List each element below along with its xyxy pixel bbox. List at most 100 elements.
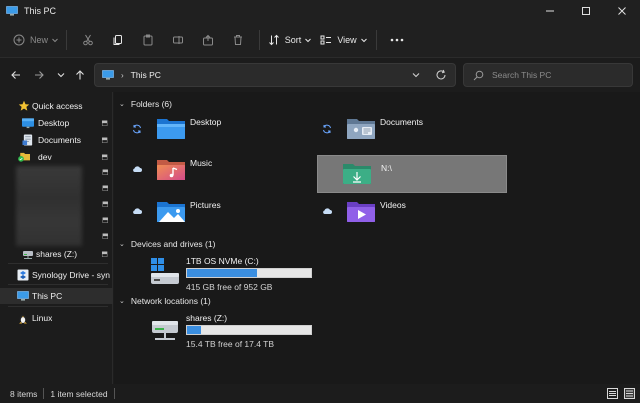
- arrow-right-icon: [35, 71, 44, 79]
- star-icon: [18, 100, 30, 111]
- drive-name: 1TB OS NVMe (C:): [186, 256, 259, 266]
- this-pc-icon: [102, 70, 114, 80]
- breadcrumb-this-pc[interactable]: This PC: [131, 70, 161, 80]
- cut-button[interactable]: [73, 27, 103, 53]
- drive-name: shares (Z:): [186, 313, 228, 323]
- pin-icon: ⬒: [101, 120, 108, 127]
- group-header-label: Folders (6): [130, 99, 172, 109]
- pin-icon: ⬒: [102, 169, 109, 176]
- downloads-folder-icon: [343, 164, 371, 184]
- minimize-button[interactable]: [532, 0, 568, 22]
- tiles-view-icon[interactable]: [624, 388, 635, 399]
- status-bar: 8 items 1 item selected: [0, 384, 640, 403]
- minimize-icon: [546, 10, 554, 12]
- selection-count: 1 item selected: [50, 388, 108, 399]
- sidebar-item-linux[interactable]: Linux: [0, 310, 113, 326]
- pin-icon: ⬒: [101, 154, 108, 161]
- network-drive-icon: [23, 251, 33, 259]
- close-button[interactable]: [604, 0, 640, 22]
- group-header-devices[interactable]: ⌄ Devices and drives (1): [119, 239, 215, 249]
- maximize-button[interactable]: [568, 0, 604, 22]
- status-divider: [113, 388, 115, 399]
- recent-locations-button[interactable]: [53, 67, 69, 83]
- drive-usage-fill: [187, 326, 202, 334]
- back-button[interactable]: [8, 67, 24, 83]
- drive-usage-bar: [186, 268, 312, 278]
- sidebar-item-synology-drive[interactable]: Synology Drive - syn: [0, 267, 113, 283]
- pin-icon: ⬒: [102, 217, 109, 224]
- drive-z[interactable]: shares (Z:) 15.4 TB free of 17.4 TB: [150, 313, 350, 353]
- more-options-button[interactable]: [383, 27, 411, 53]
- folder-tile-videos[interactable]: Videos: [310, 195, 500, 233]
- share-icon: [203, 34, 213, 45]
- network-drive-icon: [152, 321, 178, 340]
- sidebar-label: shares (Z:): [36, 249, 78, 259]
- maximize-icon: [582, 7, 590, 15]
- desktop-folder-icon: [22, 118, 34, 129]
- group-header-folders[interactable]: ⌄ Folders (6): [119, 99, 172, 109]
- forward-button[interactable]: [31, 67, 47, 83]
- music-folder-icon: [157, 160, 185, 180]
- status-divider: [43, 388, 45, 399]
- drive-usage-bar: [186, 325, 312, 335]
- sidebar-item-desktop[interactable]: Desktop ⬒: [0, 115, 113, 131]
- sidebar-label: Linux: [32, 313, 53, 323]
- drive-c[interactable]: 1TB OS NVMe (C:) 415 GB free of 952 GB: [150, 256, 350, 296]
- sidebar-divider: [8, 306, 108, 307]
- more-icon: [390, 38, 404, 41]
- chevron-down-icon: [52, 38, 58, 42]
- group-header-network[interactable]: ⌄ Network locations (1): [119, 296, 211, 306]
- trash-icon: [234, 34, 242, 45]
- folder-tile-desktop[interactable]: Desktop: [120, 112, 310, 150]
- rename-button[interactable]: [163, 27, 193, 53]
- chevron-down-icon[interactable]: [411, 70, 421, 80]
- toolbar-divider: [66, 29, 67, 50]
- documents-folder-icon: [347, 119, 375, 139]
- group-header-label: Devices and drives (1): [130, 239, 216, 249]
- sidebar-item-quick-access[interactable]: Quick access: [0, 98, 113, 114]
- sync-status-icon: [323, 124, 331, 134]
- folder-tile-documents[interactable]: Documents: [310, 112, 500, 150]
- arrow-up-icon: [76, 70, 84, 80]
- folder-tile-pictures[interactable]: Pictures: [120, 195, 310, 233]
- chevron-down-icon: ⌄: [119, 298, 125, 305]
- folder-name: Pictures: [190, 200, 221, 210]
- copy-icon: [113, 34, 122, 45]
- sidebar-label: This PC: [32, 291, 63, 301]
- search-icon: [473, 70, 484, 80]
- videos-folder-icon: [347, 202, 375, 222]
- delete-button[interactable]: [223, 27, 253, 53]
- folder-tile-music[interactable]: Music: [120, 153, 310, 191]
- up-button[interactable]: [72, 67, 88, 83]
- sidebar-item-dev[interactable]: dev ⬒: [0, 149, 113, 165]
- command-bar: New Sort View: [0, 22, 640, 58]
- share-button[interactable]: [193, 27, 223, 53]
- sort-button[interactable]: Sort: [266, 27, 314, 53]
- desktop-folder-icon: [157, 119, 185, 139]
- view-label: View: [337, 34, 357, 45]
- details-view-icon[interactable]: [607, 388, 618, 399]
- sidebar-item-documents[interactable]: Documents ⬒: [0, 132, 113, 148]
- this-pc-icon: [17, 291, 29, 301]
- item-count: 8 items: [10, 388, 38, 399]
- address-bar[interactable]: › This PC: [94, 63, 456, 87]
- sidebar-item-shares[interactable]: shares (Z:) ⬒: [0, 246, 113, 262]
- rename-icon: [173, 35, 183, 44]
- sidebar-item-this-pc[interactable]: This PC: [0, 288, 113, 304]
- folder-tile-n-drive[interactable]: N:\: [317, 155, 507, 193]
- refresh-icon[interactable]: [435, 69, 447, 81]
- new-button[interactable]: New: [12, 27, 60, 53]
- breadcrumb-chevron-icon: ›: [121, 70, 124, 80]
- paste-button[interactable]: [133, 27, 163, 53]
- view-list-icon: [320, 35, 332, 44]
- paste-icon: [143, 34, 153, 45]
- windows-drive-icon: [151, 258, 179, 284]
- view-button[interactable]: View: [318, 27, 370, 53]
- toolbar-divider: [376, 29, 377, 50]
- copy-button[interactable]: [103, 27, 133, 53]
- scissors-icon: [83, 34, 93, 45]
- search-box[interactable]: Search This PC: [463, 63, 633, 87]
- sidebar-label: Desktop: [38, 118, 70, 128]
- folder-name: N:\: [381, 163, 392, 173]
- sort-label: Sort: [284, 34, 302, 45]
